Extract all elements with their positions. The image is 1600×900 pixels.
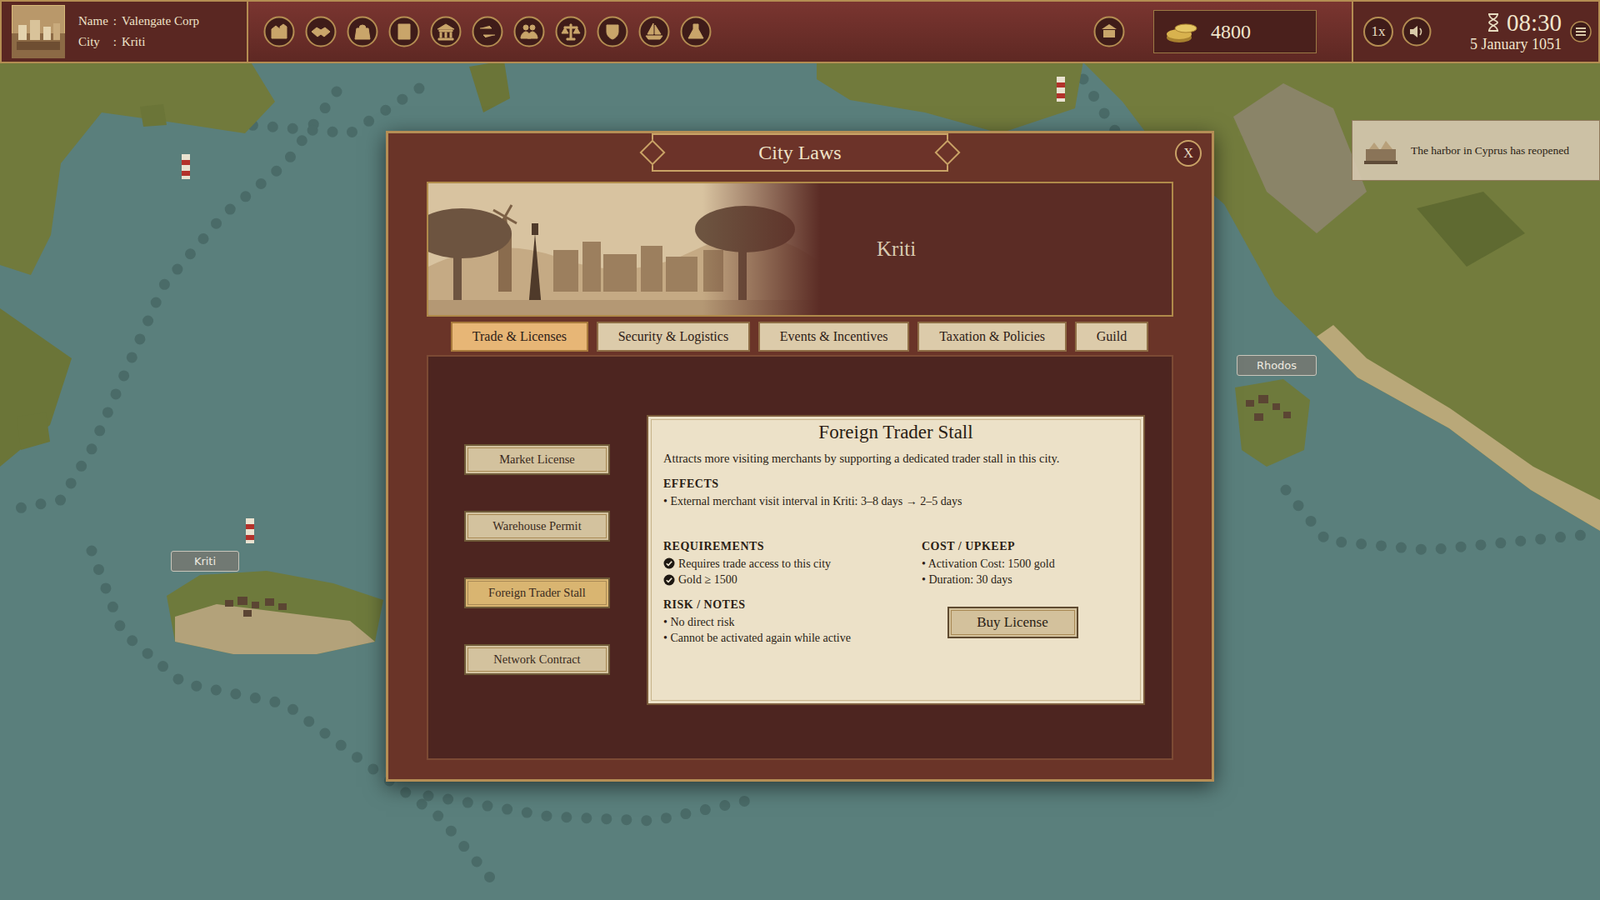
- date-text: 5 January 1051: [1470, 35, 1562, 54]
- requirement-item: Gold ≥ 1500: [663, 571, 922, 589]
- time-text: 08:30: [1506, 10, 1562, 37]
- tab[interactable]: Guild: [1075, 321, 1149, 352]
- gold-amount: 4800: [1210, 20, 1251, 44]
- law-detail-card: Foreign Trader Stall Attracts more visit…: [646, 415, 1145, 705]
- law-button[interactable]: Foreign Trader Stall: [464, 577, 610, 609]
- game-screen: Kriti Rhodos Name : Valengate Corp City : …: [0, 0, 1600, 900]
- section-heading: RISK / NOTES: [663, 598, 855, 612]
- scales-icon[interactable]: [555, 15, 587, 48]
- note-item: • Cannot be activated again while active: [663, 630, 855, 647]
- ledger-icon[interactable]: [1570, 20, 1592, 43]
- guild-icon[interactable]: [596, 15, 629, 48]
- action-cell: Buy License: [921, 598, 1129, 647]
- close-button[interactable]: X: [1175, 140, 1202, 167]
- tab[interactable]: Security & Logistics: [596, 321, 750, 352]
- section-heading: COST / UPKEEP: [921, 540, 1129, 554]
- tab[interactable]: Taxation & Policies: [917, 321, 1067, 352]
- city-illustration: [428, 183, 820, 315]
- time-row: 08:30: [1486, 10, 1562, 37]
- city-name: Kriti: [876, 237, 916, 261]
- trade-routes: [10, 75, 1600, 878]
- hourglass-icon: [1486, 12, 1500, 33]
- clock: 08:30 5 January 1051: [1440, 10, 1562, 55]
- buy-license-button[interactable]: Buy License: [947, 606, 1079, 639]
- bank-icon[interactable]: [430, 15, 462, 48]
- harbor-icon: [1360, 134, 1401, 168]
- field-label: Name: [78, 14, 109, 29]
- people-icon[interactable]: [513, 15, 545, 48]
- cost-item: • Activation Cost: 1500 gold: [921, 555, 1129, 573]
- law-list: Market License Warehouse Permit Foreign Tr…: [464, 444, 610, 759]
- field-separator: :: [113, 14, 117, 29]
- section-heading: EFFECTS: [663, 477, 1129, 491]
- coins-icon: [1164, 19, 1200, 45]
- flask-icon[interactable]: [680, 15, 712, 48]
- scroll-icon[interactable]: [388, 15, 420, 48]
- law-title: Foreign Trader Stall: [663, 421, 1129, 444]
- requirement-item: Requires trade access to this city: [663, 555, 922, 573]
- requirement-text: Gold ≥ 1500: [678, 571, 738, 589]
- top-bar: Name : Valengate Corp City : Kriti 4800 1…: [0, 0, 1600, 64]
- cost-item: • Duration: 30 days: [921, 571, 1129, 589]
- tab[interactable]: Trade & Licenses: [450, 321, 589, 352]
- requirement-text: Requires trade access to this city: [678, 555, 831, 573]
- city-label[interactable]: Rhodos: [1236, 355, 1317, 376]
- speaker-icon[interactable]: [1401, 16, 1432, 47]
- company-portrait-icon[interactable]: [11, 5, 65, 59]
- dialog-title-banner: City Laws: [651, 133, 949, 172]
- sea: [0, 0, 1600, 900]
- detail-grid: REQUIREMENTS Requires trade access to th…: [663, 540, 1129, 647]
- field-value: Kriti: [121, 35, 200, 50]
- bag-icon[interactable]: [346, 15, 379, 48]
- field-value: Valengate Corp: [121, 14, 200, 29]
- laws-content: Market License Warehouse Permit Foreign Tr…: [426, 355, 1174, 760]
- speed-button[interactable]: 1x: [1363, 16, 1394, 47]
- law-description: Attracts more visiting merchants by supp…: [663, 451, 1129, 466]
- ship-icon[interactable]: [638, 15, 670, 48]
- requirements-section: REQUIREMENTS Requires trade access to th…: [663, 540, 922, 589]
- tab[interactable]: Events & Incentives: [758, 321, 910, 352]
- city-laws-dialog: City Laws X Kriti Trade & LicensesSecuri…: [385, 130, 1215, 782]
- law-tabs: Trade & LicensesSecurity & Logistics Even…: [450, 321, 1149, 352]
- city-name-area: Kriti: [820, 183, 1172, 315]
- notes-section: RISK / NOTES • No direct risk• Cannot be…: [663, 598, 855, 647]
- banner-ornament: [934, 139, 960, 165]
- company-panel: Name : Valengate Corp City : Kriti: [0, 0, 249, 64]
- field-label: City: [78, 35, 109, 50]
- check-icon: [663, 574, 675, 586]
- check-icon: [663, 557, 675, 570]
- handshake-icon[interactable]: [305, 15, 337, 48]
- banner-ornament: [639, 139, 665, 165]
- city-label[interactable]: Kriti: [170, 550, 240, 572]
- city-header: Kriti: [426, 181, 1174, 317]
- cost-section: COST / UPKEEP • Activation Cost: 1500 go…: [921, 540, 1129, 589]
- note-item: • No direct risk: [663, 614, 855, 631]
- effects-section: EFFECTS • External merchant visit interv…: [663, 477, 1129, 510]
- field-separator: :: [113, 35, 117, 50]
- menu-bar: 4800: [248, 0, 1352, 64]
- notification-text: The harbor in Cyprus has reopened: [1410, 144, 1570, 158]
- trade-icon[interactable]: [471, 15, 504, 48]
- company-fields: Name : Valengate Corp City : Kriti: [78, 14, 200, 50]
- time-panel: 1x 08:30 5 January 1051: [1351, 0, 1600, 64]
- notification-toast[interactable]: The harbor in Cyprus has reopened: [1351, 120, 1600, 181]
- law-button[interactable]: Network Contract: [464, 644, 610, 675]
- dialog-title: City Laws: [758, 141, 841, 165]
- law-button[interactable]: Market License: [464, 444, 610, 475]
- buildings-icon[interactable]: [263, 15, 295, 48]
- law-button[interactable]: Warehouse Permit: [464, 510, 610, 542]
- gold-counter: 4800: [1153, 10, 1317, 54]
- section-heading: REQUIREMENTS: [663, 540, 922, 554]
- city-hall-icon[interactable]: [1093, 15, 1125, 48]
- effect-item: • External merchant visit interval in Kr…: [663, 493, 1129, 510]
